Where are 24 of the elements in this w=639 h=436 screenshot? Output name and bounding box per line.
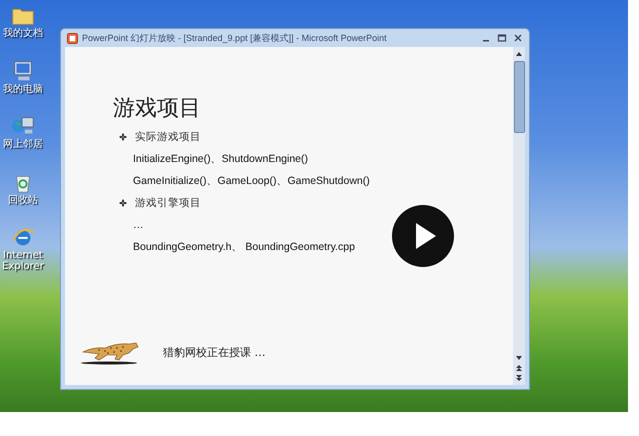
- desktop-icon-label[interactable]: Internet Explorer: [0, 251, 46, 272]
- slide-title: 游戏项目: [113, 95, 202, 123]
- bullet-icon: [119, 132, 127, 140]
- close-icon[interactable]: [513, 33, 523, 43]
- window-title: PowerPoint 幻灯片放映 - [Stranded_9.ppt [兼容模式]] - Microsoft PowerPoint: [82, 32, 388, 44]
- desktop-icon-label[interactable]: 回收站: [0, 196, 46, 206]
- slide-caption: 猎豹网校正在授课 …: [163, 344, 266, 360]
- slide-line: BoundingGeometry.h、 BoundingGeometry.cpp: [133, 240, 355, 254]
- next-slide-icon[interactable]: [514, 373, 524, 383]
- desktop-icon-label[interactable]: 网上邻居: [0, 140, 46, 150]
- slide-line: …: [133, 218, 144, 230]
- bullet-text: 游戏引擎项目: [135, 196, 201, 210]
- app-icon: [67, 32, 78, 44]
- desktop-icon-label[interactable]: 我的电脑: [0, 84, 46, 95]
- slide-line: InitializeEngine()、ShutdownEngine(): [133, 152, 308, 166]
- scrollbar-thumb[interactable]: [514, 61, 524, 133]
- desktop-icon-label[interactable]: 我的文档: [0, 29, 46, 40]
- slide-line: GameInitialize()、GameLoop()、GameShutdown(): [133, 174, 370, 188]
- maximize-icon[interactable]: [497, 33, 507, 43]
- bullet-text: 实际游戏项目: [135, 130, 201, 144]
- previous-slide-icon[interactable]: [514, 363, 524, 373]
- vertical-scrollbar[interactable]: [513, 47, 525, 385]
- play-button[interactable]: [392, 205, 454, 267]
- bullet-icon: [119, 198, 127, 206]
